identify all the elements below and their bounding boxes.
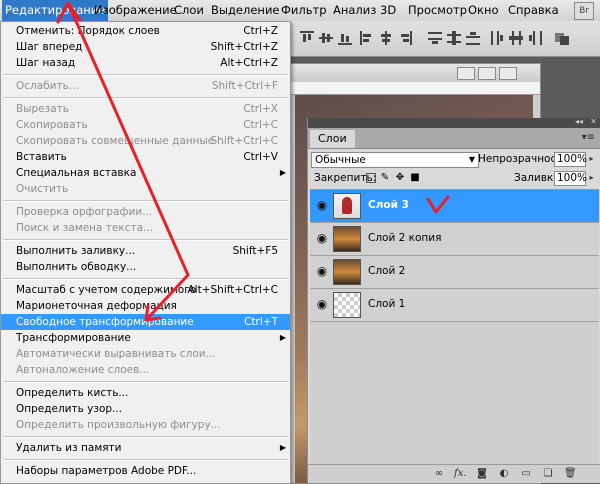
red-annotation-arrow-icon (56, 1, 190, 322)
